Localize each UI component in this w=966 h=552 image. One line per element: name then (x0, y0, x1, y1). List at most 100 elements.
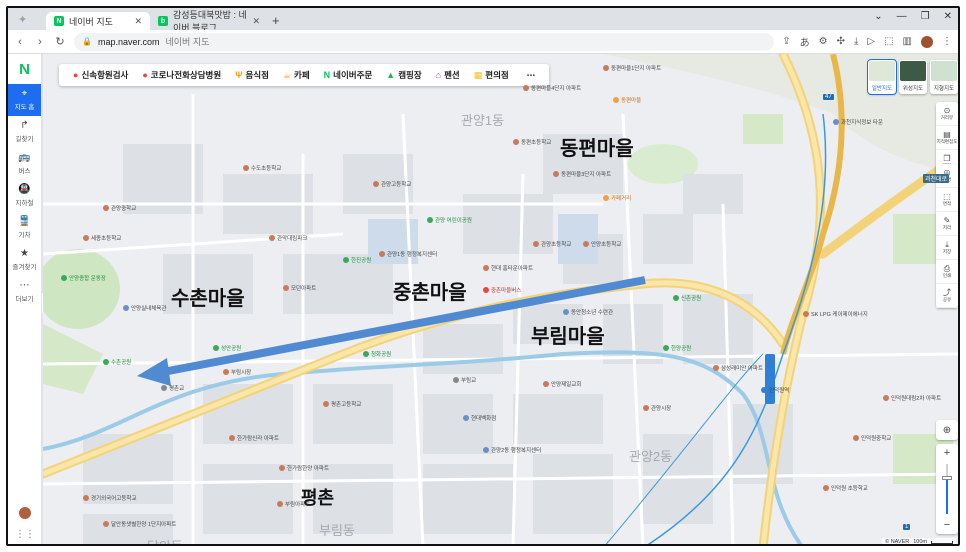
poi-cafe-street[interactable]: 카페거리 (603, 194, 631, 202)
poi-gwanyang-ms[interactable]: 관양중학교 (103, 204, 136, 212)
poi-gwacheon-center[interactable]: 과천지식정보 타운 (833, 118, 883, 126)
poi-dongpyeon-school[interactable]: 동편초등학교 (513, 138, 551, 146)
naver-logo[interactable]: N (8, 54, 41, 84)
chip-convenience[interactable]: ▦ 편의점 (468, 69, 515, 81)
zoom-slider[interactable] (936, 462, 958, 516)
poi-gwanyang1-center[interactable]: 관양1동 행정복지센터 (379, 250, 437, 258)
poi-dalan-apt[interactable]: 달안동샛별한양 1단지아파트 (103, 520, 176, 528)
chip-camping[interactable]: ▲ 캠핑장 (380, 69, 427, 81)
profile-avatar[interactable] (921, 35, 933, 48)
save-button[interactable]: ⤓ 저장 (936, 236, 958, 260)
share-button[interactable]: ⤴ 공유 (936, 284, 958, 308)
poi-suchon-park[interactable]: 수촌공원 (103, 358, 131, 366)
poi-dongpyeon4[interactable]: 동편마을4단지 아파트 (523, 84, 581, 92)
poi-hangaram-apt[interactable]: 한가람한양 아파트 (279, 464, 329, 472)
poi-pyeongchon-hs[interactable]: 평촌고등학교 (323, 400, 361, 408)
rail-item-train[interactable]: 🚆 기차 (8, 212, 41, 244)
reload-icon[interactable]: ↻ (54, 35, 66, 48)
poi-anyang-church[interactable]: 안양제일교회 (543, 380, 581, 388)
poi-daelim-apt[interactable]: 인덕원대림2차 아파트 (883, 394, 941, 402)
poi-anyang-sports[interactable]: 안양종합 운동장 (61, 274, 106, 282)
apps-grid-icon[interactable]: ⋮⋮ (15, 529, 35, 540)
poi-indeogwon-station[interactable]: 인덕원역 (761, 386, 789, 394)
poi-hyundai-dept[interactable]: 현대백화점 (463, 414, 496, 422)
poi-sinchon-park[interactable]: 신촌공원 (673, 294, 701, 302)
extension-icon[interactable]: ⚙ (819, 36, 828, 47)
poi-cheonghwa-park[interactable]: 청화공원 (363, 350, 391, 358)
map-type-satellite[interactable]: 위성지도 (899, 60, 927, 94)
poi-dongpyeon3[interactable]: 동편마을3단지 아파트 (553, 170, 611, 178)
poi-gwanyang-hs[interactable]: 관양고등학교 (373, 180, 411, 188)
chip-pension[interactable]: ⌂ 펜션 (430, 69, 466, 81)
share-icon[interactable]: ⇪ (782, 36, 790, 47)
poi-dongpyeon-maeul[interactable]: 동편마을 (613, 96, 641, 104)
zoom-knob[interactable] (942, 476, 952, 480)
poi-indeogwon-ms[interactable]: 인덕원중학교 (853, 434, 891, 442)
chip-restaurant[interactable]: Ψ 음식점 (229, 69, 275, 81)
restore-icon[interactable]: ❐ (921, 11, 930, 22)
poi-pyeongchon-bridge[interactable]: 평촌교 (161, 384, 184, 392)
poi-sklpg[interactable]: SK LPG 케이제이에너지 (803, 310, 868, 318)
forward-icon[interactable]: › (34, 36, 46, 48)
tab-naver-blog[interactable]: b 감성등대북맛밥 : 네이버 블로그 ✕ (150, 10, 268, 33)
poi-anyang-hall[interactable]: 안양실내체육관 (123, 304, 166, 312)
poi-gwanak-plaza[interactable]: 관악대림파크 (269, 234, 307, 242)
poi-hanjin-park[interactable]: 한진공원 (343, 256, 371, 264)
map-canvas[interactable]: ● 신속항원검사 ● 코로나전화상담병원 Ψ 음식점 ☕ 카페 N 네이버주문 … (43, 54, 958, 544)
poi-sudo-es[interactable]: 수도초등학교 (243, 164, 281, 172)
poi-burim-market[interactable]: 부림시장 (223, 368, 251, 376)
chips-more-button[interactable]: ⋯ (517, 70, 542, 81)
chip-phone-hospital[interactable]: ● 코로나전화상담병원 (136, 69, 227, 81)
poi-dongpyeon1[interactable]: 동편마을1단지 아파트 (603, 64, 661, 72)
street-view-button[interactable]: ⊙ 거리뷰 (936, 102, 958, 126)
rail-item-subway[interactable]: 🚇 지하철 (8, 180, 41, 212)
poi-sejong-school[interactable]: 세종초등학교 (83, 234, 121, 242)
current-location-button[interactable]: ⊕ (936, 420, 958, 440)
extensions-icon[interactable]: ✣ (837, 36, 845, 47)
distance-button[interactable]: ✎ 저리 (936, 212, 958, 236)
poi-gwanyang-park[interactable]: 관양 어린이공원 (427, 216, 472, 224)
new-tab-button[interactable]: + (272, 12, 280, 30)
url-input[interactable]: 🔒 map.naver.com 네이버 지도 (74, 32, 775, 51)
translate-icon[interactable]: あ (800, 34, 810, 49)
rail-item-more[interactable]: ⋯ 더보기 (8, 276, 41, 308)
tab-naver-map[interactable]: N 네이버 지도 ✕ (46, 12, 150, 30)
print-button[interactable]: ⎙ 인쇄 (936, 260, 958, 284)
close-icon[interactable]: ✕ (134, 16, 142, 27)
poi-burim-bridge[interactable]: 부림교 (453, 376, 476, 384)
poi-jungchon-center[interactable]: 중촌마을버스 (483, 286, 521, 294)
poi-hyundai-apt[interactable]: 현대 홈타운아파트 (483, 264, 533, 272)
poi-gonghang[interactable]: 관양시장 (643, 404, 671, 412)
poi-samsung-apt[interactable]: 삼성래미안 아파트 (713, 364, 763, 372)
close-icon[interactable]: ✕ (252, 16, 260, 27)
rail-item-favorites[interactable]: ★ 즐겨찾기 (8, 244, 41, 276)
user-avatar[interactable] (19, 507, 31, 519)
poi-dongan-center[interactable]: 동안청소년 수련관 (563, 308, 613, 316)
rail-item-directions[interactable]: ↱ 길찾기 (8, 116, 41, 148)
chip-naver-order[interactable]: N 네이버주문 (318, 69, 379, 81)
zoom-in-button[interactable]: + (936, 444, 958, 462)
tab-search-icon[interactable]: ⌄ (874, 11, 882, 22)
back-icon[interactable]: ‹ (14, 36, 26, 48)
poi-anyang-school[interactable]: 안양초등학교 (583, 240, 621, 248)
poi-gyeonggi-hs[interactable]: 경기외국어고등학교 (83, 494, 137, 502)
poi-hanyang-park[interactable]: 한양공원 (663, 344, 691, 352)
media-icon[interactable]: ▷ (867, 36, 875, 47)
sidebar-icon[interactable]: ▥ (903, 36, 912, 47)
poi-indeogwon-es[interactable]: 인덕원 초등학교 (823, 484, 868, 492)
area-button[interactable]: ⬚ 면적 (936, 188, 958, 212)
download-icon[interactable]: ⤓ (854, 36, 858, 47)
rail-item-map-home[interactable]: ⌖ 지도 홈 (8, 84, 41, 116)
screenshot-icon[interactable]: ⬚ (884, 36, 893, 47)
rail-item-bus[interactable]: 🚌 버스 (8, 148, 41, 180)
map-type-terrain[interactable]: 지형지도 (930, 60, 958, 94)
poi-namsan-apt[interactable]: 한가람신라 아파트 (229, 434, 279, 442)
close-window-icon[interactable]: ✕ (944, 11, 952, 22)
chip-cafe[interactable]: ☕ 카페 (277, 69, 316, 81)
poi-gwanyang2-center[interactable]: 관양2동 행정복지센터 (483, 446, 541, 454)
menu-icon[interactable]: ⋮ (942, 36, 952, 47)
minimize-icon[interactable]: — (897, 11, 907, 22)
poi-burim-apt[interactable]: 부림아파트 (277, 500, 310, 508)
poi-modern-apt[interactable]: 모던아파트 (283, 284, 316, 292)
zoom-out-button[interactable]: − (936, 516, 958, 534)
